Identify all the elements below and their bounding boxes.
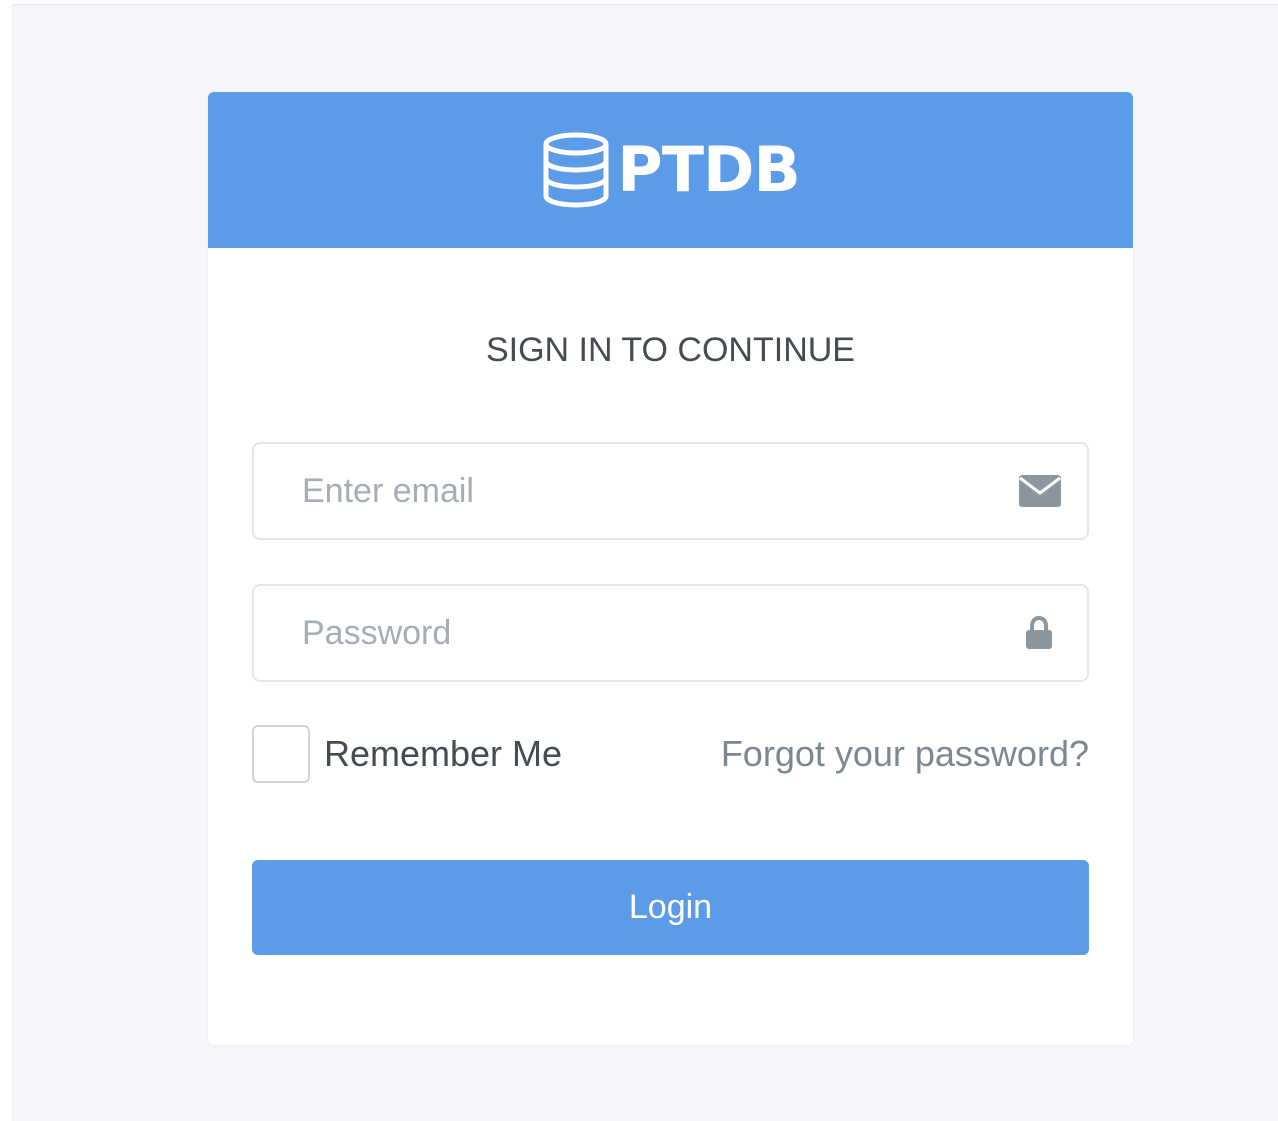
card-header: PTDB (208, 92, 1133, 248)
remember-me-label: Remember Me (324, 733, 563, 774)
options-row: Remember Me Forgot your password? (252, 724, 1089, 784)
login-button[interactable]: Login (252, 860, 1089, 955)
remember-me[interactable]: Remember Me (252, 725, 562, 783)
forgot-password-link[interactable]: Forgot your password? (721, 733, 1089, 775)
database-icon (541, 132, 611, 208)
envelope-icon (1019, 475, 1061, 507)
password-field[interactable] (254, 586, 1087, 680)
login-card: PTDB SIGN IN TO CONTINUE Enter email Rem… (208, 92, 1133, 1045)
card-body: SIGN IN TO CONTINUE Rememb (208, 330, 1133, 955)
lock-icon (1025, 616, 1053, 650)
signin-title: SIGN IN TO CONTINUE (485, 331, 855, 369)
remember-me-checkbox[interactable] (252, 725, 310, 783)
email-field-group (252, 442, 1089, 540)
password-field-group (252, 584, 1089, 682)
brand-name: PTDB (617, 133, 800, 206)
brand-logo: PTDB (541, 132, 801, 208)
email-field[interactable] (254, 444, 1087, 538)
